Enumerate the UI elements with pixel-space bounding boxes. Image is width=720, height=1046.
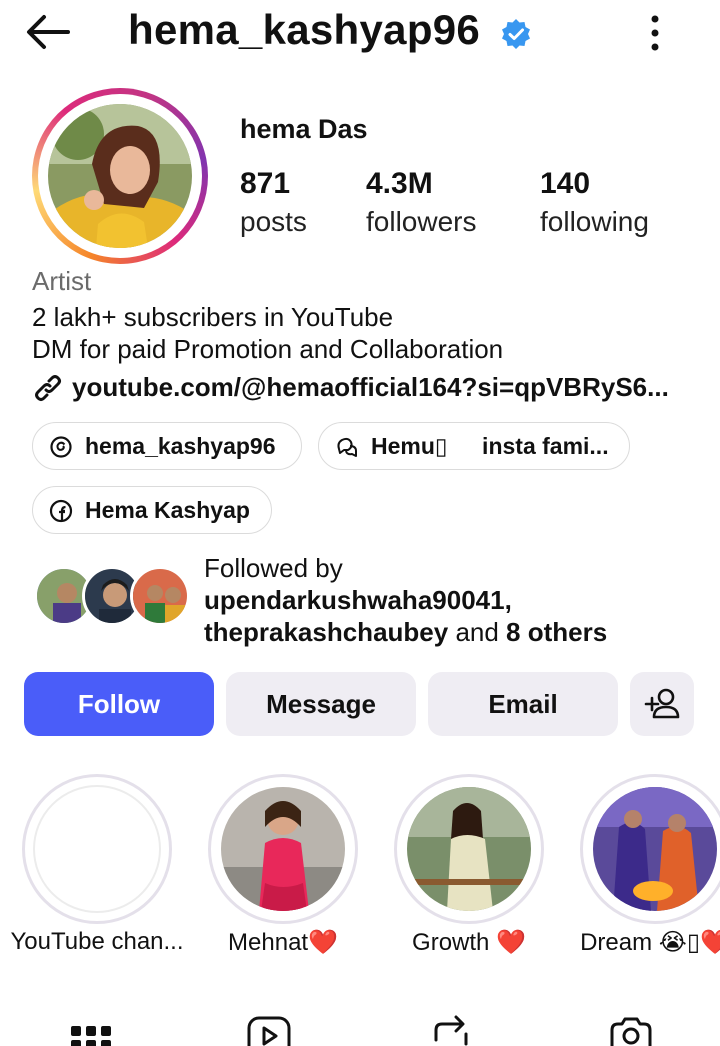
channel-chip[interactable]: Hemu▯ insta fami... [318, 422, 630, 470]
threads-chip-label: hema_kashyap96 [85, 433, 276, 459]
followers-label: followers [366, 206, 477, 237]
suggested-accounts-button[interactable] [630, 672, 694, 736]
tagged-icon[interactable] [608, 1014, 654, 1046]
profile-photo [48, 104, 192, 248]
highlight-cover [33, 785, 161, 913]
highlight-caption: Mehnat❤️ [228, 929, 338, 956]
avatar [130, 566, 190, 626]
highlight-caption: Dream 😭▯❤️ [580, 929, 720, 956]
others-count[interactable]: 8 others [506, 617, 607, 647]
highlight-cover [221, 787, 345, 911]
profile-username: hema_kashyap96 [128, 6, 481, 53]
top-bar: hema_kashyap96 [0, 0, 720, 66]
profile-full-name: hema Das [240, 114, 368, 144]
channel-chip-label: Hemu▯ insta fami... [371, 433, 609, 459]
community-chat-icon [337, 437, 357, 457]
back-arrow-icon[interactable] [22, 10, 72, 54]
followers-count: 4.3M [366, 167, 433, 200]
facebook-chip[interactable]: Hema Kashyap [32, 486, 272, 534]
bio-line: DM for paid Promotion and Collaboration [32, 334, 504, 364]
link-icon [35, 375, 61, 401]
reposts-icon[interactable] [428, 1014, 474, 1046]
threads-chip[interactable]: hema_kashyap96 [32, 422, 302, 470]
bio-line: 2 lakh+ subscribers in YouTube [32, 302, 394, 332]
facebook-icon [49, 499, 73, 523]
profile-link-text[interactable]: youtube.com/@hemaofficial164?si=qpVBRyS6… [72, 372, 669, 403]
verified-badge-icon [502, 19, 530, 49]
follow-button[interactable]: Follow [24, 672, 214, 736]
following-stat[interactable]: 140 following [540, 166, 649, 242]
highlight-cover [407, 787, 531, 911]
following-count: 140 [540, 167, 591, 200]
highlight-cover [593, 787, 717, 911]
more-options-icon[interactable] [640, 12, 670, 54]
and-text: and [448, 617, 507, 647]
posts-count: 871 [240, 167, 291, 200]
reels-icon[interactable] [246, 1014, 292, 1046]
profile-link[interactable]: youtube.com/@hemaofficial164?si=qpVBRyS6… [32, 370, 692, 406]
following-label: following [540, 206, 649, 237]
mutual-follower-2[interactable]: theprakashchaubey [204, 617, 448, 647]
posts-stat[interactable]: 871 posts [240, 166, 307, 242]
profile-avatar[interactable] [32, 88, 208, 264]
followed-by-prefix: Followed by [204, 553, 343, 583]
highlight-caption: Growth ❤️ [412, 929, 526, 956]
profile-content-tabs [0, 1000, 720, 1046]
followers-stat[interactable]: 4.3M followers [366, 166, 476, 242]
message-button[interactable]: Message [226, 672, 416, 736]
highlight-caption: YouTube chan... [10, 928, 184, 955]
mutual-followers-avatars[interactable] [34, 566, 190, 630]
followed-by-text[interactable]: Followed by upendarkushwaha90041, thepra… [204, 552, 607, 648]
posts-label: posts [240, 206, 307, 237]
email-button[interactable]: Email [428, 672, 618, 736]
add-person-icon [644, 688, 680, 719]
mutual-follower-1[interactable]: upendarkushwaha90041, [204, 585, 512, 615]
facebook-chip-label: Hema Kashyap [85, 497, 250, 523]
threads-icon [50, 436, 72, 458]
profile-category: Artist [32, 266, 92, 296]
grid-icon[interactable] [68, 1014, 114, 1046]
